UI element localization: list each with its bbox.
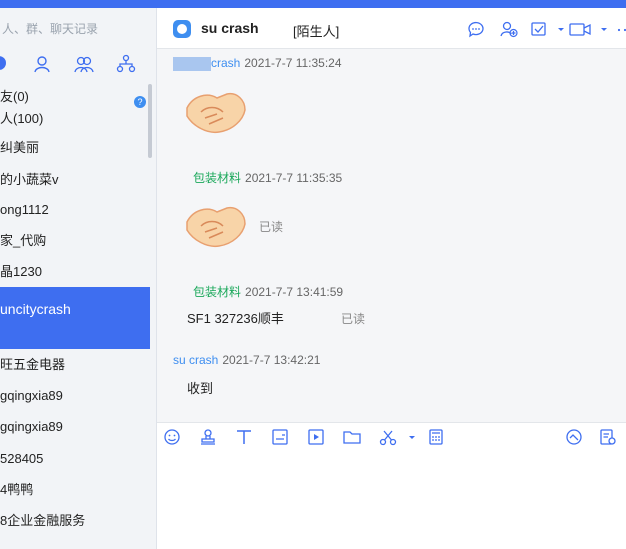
list-item[interactable]: 4鸭鸭 bbox=[0, 480, 150, 500]
list-item[interactable]: 的小蔬菜v bbox=[0, 170, 150, 190]
list-item[interactable]: 友(0) bbox=[0, 88, 150, 106]
video-call-icon[interactable] bbox=[569, 20, 593, 38]
chat-title: su crash bbox=[201, 20, 259, 36]
read-status: 已读 bbox=[259, 220, 284, 234]
list-item[interactable]: gqingxia89 bbox=[0, 417, 150, 437]
message-sender: 包装材料 2021-7-7 11:35:35 bbox=[193, 171, 343, 185]
tab-contacts[interactable] bbox=[32, 54, 52, 74]
message-text: 收到 bbox=[187, 381, 214, 396]
list-item[interactable]: gqingxia89 bbox=[0, 386, 150, 406]
help-icon[interactable]: ? bbox=[134, 96, 146, 108]
read-status: 已读 bbox=[341, 312, 366, 326]
add-friend-icon[interactable] bbox=[500, 20, 518, 38]
list-item[interactable]: 家_代购 bbox=[0, 231, 150, 251]
search-input[interactable]: 人、群、聊天记录 bbox=[0, 16, 152, 42]
input-toolbar bbox=[157, 422, 626, 451]
window-top-bar bbox=[0, 0, 626, 8]
list-item[interactable]: 晶1230 bbox=[0, 262, 150, 282]
handshake-emoji-icon bbox=[186, 206, 246, 248]
sidebar-scrollbar[interactable] bbox=[148, 84, 152, 158]
folder-icon[interactable] bbox=[343, 428, 361, 446]
task-check-icon[interactable] bbox=[530, 20, 548, 38]
handshake-emoji-icon bbox=[186, 92, 246, 134]
message-sender: su crash 2021-7-7 13:42:21 bbox=[173, 353, 321, 367]
tab-messages[interactable] bbox=[0, 56, 6, 70]
chevron-down-icon[interactable] bbox=[595, 20, 607, 38]
stranger-badge: [陌生人] bbox=[293, 24, 340, 39]
org-chart-icon bbox=[116, 54, 136, 73]
chat-bubble-icon[interactable] bbox=[467, 20, 485, 38]
person-icon bbox=[34, 56, 50, 73]
group-icon bbox=[74, 56, 94, 73]
sidebar: 人、群、聊天记录 友(0) 人(100) 纠美丽 的小蔬菜v ong1112 家… bbox=[0, 8, 157, 549]
message-sender: crash 2021-7-7 11:35:24 bbox=[173, 56, 342, 71]
message-sender: 包装材料 2021-7-7 13:41:59 bbox=[193, 285, 344, 299]
chevron-down-icon[interactable] bbox=[552, 20, 564, 38]
stamp-icon[interactable] bbox=[199, 428, 217, 446]
chevron-down-icon[interactable] bbox=[403, 428, 415, 446]
chat-header: su crash [陌生人] bbox=[157, 8, 626, 49]
chat-bubble-icon[interactable] bbox=[565, 428, 583, 446]
contact-avatar-icon bbox=[173, 20, 191, 38]
screenshot-icon[interactable] bbox=[271, 428, 289, 446]
list-item[interactable]: 旺五金电器 bbox=[0, 355, 150, 375]
message-text: SF1 327236顺丰 bbox=[187, 311, 284, 326]
sidebar-tabs bbox=[0, 50, 150, 78]
message-list: crash 2021-7-7 11:35:24 包装材料 2021-7-7 11:3… bbox=[157, 48, 626, 422]
more-icon[interactable] bbox=[613, 20, 626, 38]
list-item[interactable]: ong1112 bbox=[0, 200, 150, 220]
message-input[interactable] bbox=[157, 450, 626, 549]
list-item[interactable]: 528405 bbox=[0, 449, 150, 469]
tab-groups[interactable] bbox=[74, 54, 94, 74]
chat-window: su crash [陌生人] crash 2021-7-7 11:35:24 包… bbox=[157, 8, 626, 549]
video-icon[interactable] bbox=[307, 428, 325, 446]
emoji-icon[interactable] bbox=[163, 428, 181, 446]
text-format-icon[interactable] bbox=[235, 428, 253, 446]
redacted-mosaic bbox=[173, 56, 211, 71]
list-item[interactable]: 人(100) bbox=[0, 110, 150, 128]
list-item-active[interactable]: uncitycrash bbox=[0, 287, 150, 349]
history-icon[interactable] bbox=[599, 428, 617, 446]
list-item[interactable]: 8企业金融服务 bbox=[0, 511, 150, 531]
calculator-icon[interactable] bbox=[427, 428, 445, 446]
scissors-icon[interactable] bbox=[379, 428, 397, 446]
tab-organization[interactable] bbox=[116, 54, 136, 74]
list-item[interactable]: 纠美丽 bbox=[0, 138, 150, 158]
